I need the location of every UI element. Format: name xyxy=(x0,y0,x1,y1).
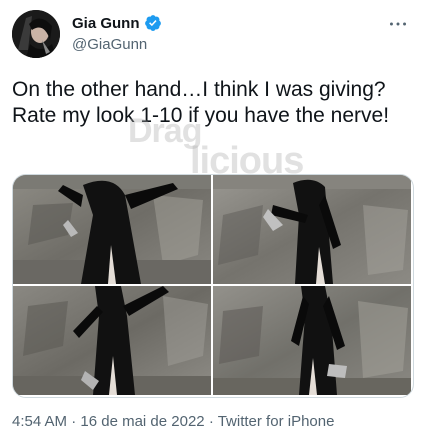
tweet-date-link[interactable]: 16 de mai de 2022 xyxy=(80,413,204,430)
display-name[interactable]: Gia Gunn xyxy=(72,15,140,32)
tweet-time-link[interactable]: 4:54 AM xyxy=(12,413,67,430)
handle[interactable]: @GiaGunn xyxy=(72,36,162,53)
tweet-header: Gia Gunn @GiaGunn xyxy=(12,8,413,60)
media-photo-3[interactable] xyxy=(13,286,211,395)
tweet-text: On the other hand…I think I was giving? … xyxy=(12,78,390,127)
avatar-photo xyxy=(12,10,60,58)
meta-separator: · xyxy=(204,413,218,430)
media-photo-2[interactable] xyxy=(213,175,411,284)
tweet-source-link[interactable]: Twitter for iPhone xyxy=(218,413,335,430)
meta-separator: · xyxy=(67,413,81,430)
tweet-meta: 4:54 AM · 16 de mai de 2022 · Twitter fo… xyxy=(12,413,334,430)
ellipsis-icon xyxy=(389,22,407,26)
verified-badge-icon xyxy=(144,14,162,32)
media-photo-1[interactable] xyxy=(13,175,211,284)
author-names: Gia Gunn @GiaGunn xyxy=(72,14,162,53)
more-button[interactable] xyxy=(387,14,409,34)
media-grid xyxy=(12,174,414,398)
media-photo-4[interactable] xyxy=(213,286,411,395)
avatar[interactable] xyxy=(12,10,60,58)
